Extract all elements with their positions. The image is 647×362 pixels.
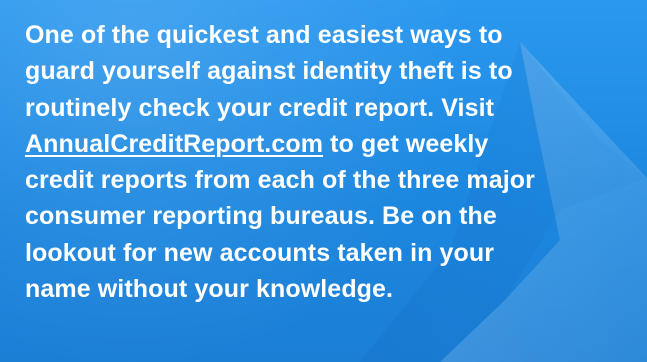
identity-theft-tip-text: One of the quickest and easiest ways to … (25, 17, 635, 307)
text-line-4-rest: to get weekly (323, 129, 489, 158)
text-line-1: One of the quickest and easiest ways to (25, 21, 503, 49)
text-line-3: routinely check your credit report. Visi… (25, 93, 495, 122)
text-line-5: credit reports from each of the three ma… (25, 166, 535, 195)
annualcreditreport-link[interactable]: AnnualCreditReport.com (25, 130, 323, 158)
text-line-8: name without your knowledge. (25, 275, 394, 304)
text-line-4: AnnualCreditReport.com to get weekly (25, 126, 635, 162)
text-line-7: lookout for new accounts taken in your (25, 238, 495, 267)
text-line-6: consumer reporting bureaus. Be on the (25, 202, 497, 231)
text-line-2: guard yourself against identity theft is… (25, 57, 513, 86)
